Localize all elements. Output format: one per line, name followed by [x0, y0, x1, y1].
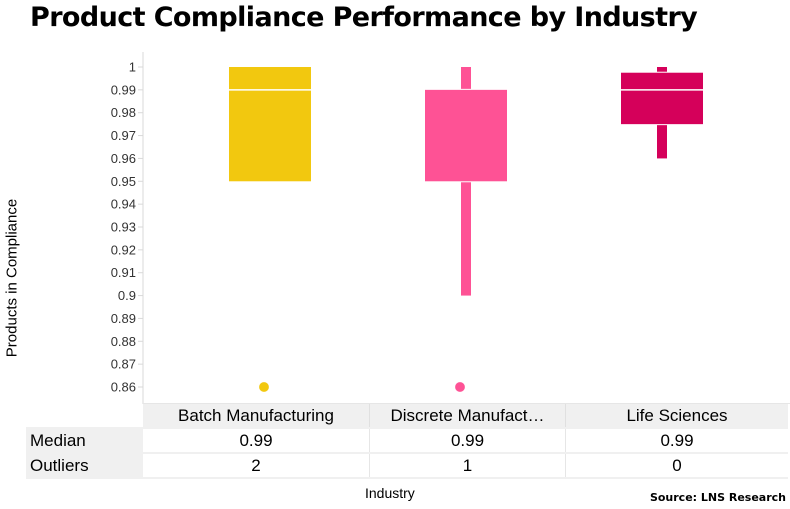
y-tick-label: 0.92 — [111, 242, 136, 257]
box-iqr — [229, 67, 311, 182]
category-label: Batch Manufacturing — [143, 404, 370, 429]
upper-whisker — [461, 67, 471, 89]
y-tick-label: 0.91 — [111, 265, 136, 280]
y-tick-label: 0.94 — [111, 197, 136, 212]
x-axis-title: Industry — [365, 485, 415, 501]
table-row: Outliers 2 1 0 — [26, 453, 788, 479]
table-row: Median 0.99 0.99 0.99 — [26, 428, 788, 454]
category-label: Life Sciences — [565, 404, 788, 429]
y-tick-label: 1 — [129, 60, 136, 75]
y-tick-label: 0.97 — [111, 128, 136, 143]
y-tick-label: 0.96 — [111, 151, 136, 166]
box-iqr — [425, 89, 507, 182]
y-tick-label: 0.9 — [118, 288, 136, 303]
source-note: Source: LNS Research — [649, 491, 786, 504]
y-tick-label: 0.87 — [111, 357, 136, 372]
y-tick-label: 0.98 — [111, 105, 136, 120]
y-tick-label: 0.99 — [111, 82, 136, 97]
y-tick-label: 0.95 — [111, 174, 136, 189]
y-tick-label: 0.86 — [111, 380, 136, 395]
row-label-outliers: Outliers — [26, 453, 143, 479]
median-value: 0.99 — [143, 428, 370, 454]
outliers-value: 0 — [565, 453, 788, 479]
y-axis-title: Products in Compliance — [3, 198, 21, 358]
box-iqr — [621, 72, 703, 125]
outlier-point — [258, 381, 270, 393]
category-header-row: Batch Manufacturing Discrete Manufact… L… — [26, 404, 788, 429]
outliers-value: 1 — [369, 453, 566, 479]
y-tick-label: 0.93 — [111, 220, 136, 235]
median-value: 0.99 — [565, 428, 788, 454]
category-label: Discrete Manufact… — [369, 404, 566, 429]
y-tick-label: 0.88 — [111, 334, 136, 349]
outlier-point — [454, 381, 466, 393]
lower-whisker — [657, 125, 667, 159]
row-label-median: Median — [26, 428, 143, 454]
lower-whisker — [461, 182, 471, 296]
table-corner — [26, 404, 143, 429]
upper-whisker — [657, 67, 667, 72]
summary-table: Batch Manufacturing Discrete Manufact… L… — [26, 404, 788, 479]
chart-plot-area: 1 0.99 0.98 0.97 0.96 0.95 0.94 0.93 0.92 0.91 0.9… — [111, 52, 790, 404]
y-tick-label: 0.89 — [111, 311, 136, 326]
median-value: 0.99 — [369, 428, 566, 454]
outliers-value: 2 — [143, 453, 370, 479]
